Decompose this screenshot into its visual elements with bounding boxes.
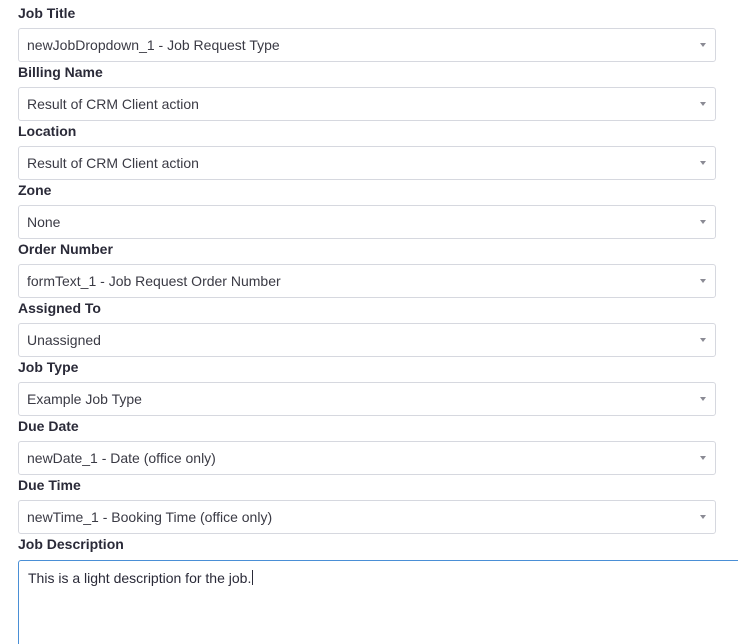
chevron-down-icon (700, 43, 706, 47)
job-request-form: Job Title newJobDropdown_1 - Job Request… (0, 0, 738, 644)
location-value: Result of CRM Client action (27, 155, 199, 171)
zone-select[interactable]: None (18, 205, 716, 239)
job-type-value: Example Job Type (27, 391, 142, 407)
job-description-text: This is a light description for the job. (28, 569, 254, 587)
job-description-value: This is a light description for the job. (28, 570, 252, 586)
text-caret (252, 570, 254, 585)
billing-name-value: Result of CRM Client action (27, 96, 199, 112)
assigned-to-label: Assigned To (18, 300, 101, 316)
zone-label: Zone (18, 182, 52, 198)
chevron-down-icon (700, 397, 706, 401)
chevron-down-icon (700, 338, 706, 342)
order-number-select[interactable]: formText_1 - Job Request Order Number (18, 264, 716, 298)
due-time-select[interactable]: newTime_1 - Booking Time (office only) (18, 500, 716, 534)
job-description-label: Job Description (18, 536, 124, 552)
due-time-label: Due Time (18, 477, 81, 493)
assigned-to-select[interactable]: Unassigned (18, 323, 716, 357)
chevron-down-icon (700, 220, 706, 224)
chevron-down-icon (700, 279, 706, 283)
location-select[interactable]: Result of CRM Client action (18, 146, 716, 180)
location-label: Location (18, 123, 77, 139)
job-type-label: Job Type (18, 359, 79, 375)
chevron-down-icon (700, 161, 706, 165)
due-date-value: newDate_1 - Date (office only) (27, 450, 216, 466)
due-date-label: Due Date (18, 418, 79, 434)
job-type-select[interactable]: Example Job Type (18, 382, 716, 416)
due-time-value: newTime_1 - Booking Time (office only) (27, 509, 273, 525)
chevron-down-icon (700, 102, 706, 106)
order-number-label: Order Number (18, 241, 113, 257)
due-date-select[interactable]: newDate_1 - Date (office only) (18, 441, 716, 475)
chevron-down-icon (700, 515, 706, 519)
zone-value: None (27, 214, 61, 230)
order-number-value: formText_1 - Job Request Order Number (27, 273, 281, 289)
job-title-select[interactable]: newJobDropdown_1 - Job Request Type (18, 28, 716, 62)
chevron-down-icon (700, 456, 706, 460)
assigned-to-value: Unassigned (27, 332, 101, 348)
job-description-textarea[interactable]: This is a light description for the job. (18, 560, 738, 644)
job-title-value: newJobDropdown_1 - Job Request Type (27, 37, 280, 53)
billing-name-select[interactable]: Result of CRM Client action (18, 87, 716, 121)
job-title-label: Job Title (18, 5, 76, 21)
billing-name-label: Billing Name (18, 64, 103, 80)
